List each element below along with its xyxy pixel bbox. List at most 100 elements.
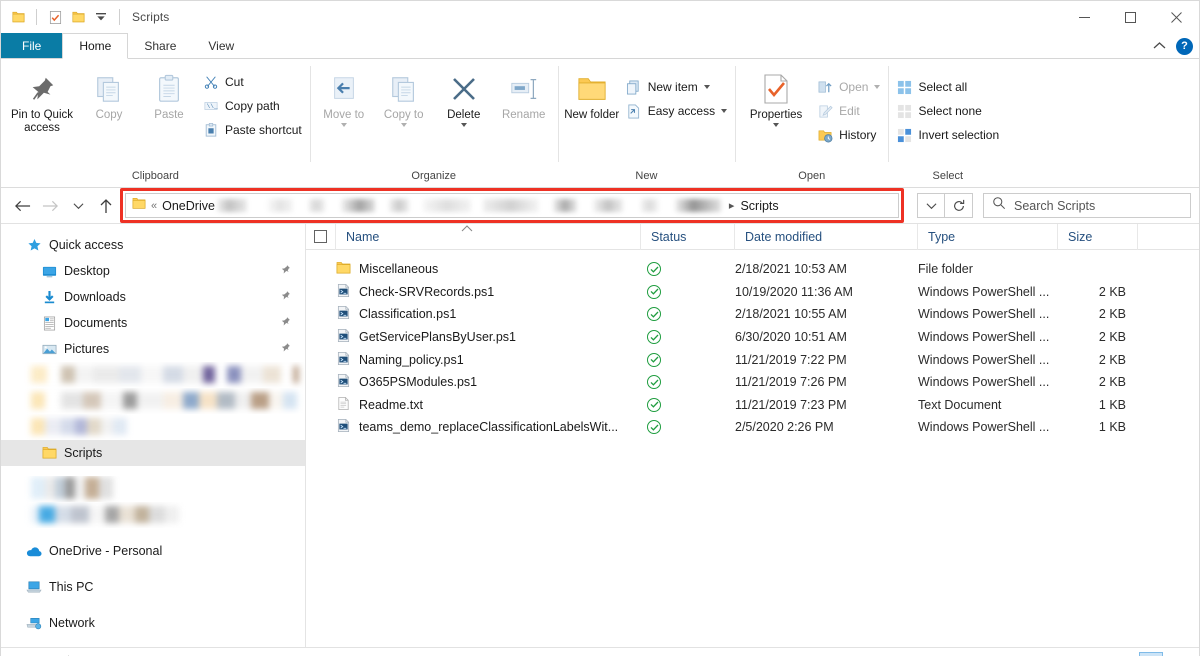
history-button[interactable]: History <box>813 124 884 146</box>
edit-button[interactable]: Edit <box>813 100 884 122</box>
close-button[interactable] <box>1153 1 1199 33</box>
new-folder-icon[interactable] <box>69 8 87 26</box>
cut-button[interactable]: Cut <box>199 71 306 93</box>
column-header-status[interactable]: Status <box>641 223 735 250</box>
sidebar-item-downloads[interactable]: Downloads <box>1 284 305 310</box>
pin-icon[interactable] <box>280 342 291 356</box>
sidebar-item-onedrive-personal[interactable]: OneDrive - Personal <box>1 538 305 564</box>
rename-button[interactable]: Rename <box>494 68 554 122</box>
move-to-button[interactable]: Move to <box>314 68 374 127</box>
sidebar-item-redacted-5[interactable] <box>1 502 305 528</box>
details-view-button[interactable] <box>1139 652 1163 656</box>
sidebar-item-scripts[interactable]: Scripts <box>1 440 305 466</box>
properties-button[interactable]: Properties <box>739 68 813 127</box>
search-input[interactable]: Search Scripts <box>983 193 1191 218</box>
select-all-icon <box>896 79 912 95</box>
sidebar-item-network[interactable]: Network <box>1 610 305 636</box>
table-row[interactable]: Naming_policy.ps1 11/21/2019 7:22 PM Win… <box>306 348 1199 371</box>
help-button[interactable]: ? <box>1176 37 1193 55</box>
breadcrumb-overflow[interactable]: « <box>151 200 157 212</box>
history-icon <box>817 127 833 143</box>
delete-button[interactable]: Delete <box>434 68 494 127</box>
back-button[interactable] <box>9 193 35 219</box>
tab-home[interactable]: Home <box>62 33 129 59</box>
pin-to-quick-access-button[interactable]: Pin to Quick access <box>5 68 79 135</box>
sidebar-item-pictures[interactable]: Pictures <box>1 336 305 362</box>
rename-label: Rename <box>501 109 546 121</box>
powershell-script-icon <box>336 283 351 301</box>
open-small-buttons: Open Edit History <box>813 68 884 146</box>
column-header-date-modified[interactable]: Date modified <box>735 223 918 250</box>
copy-button[interactable]: Copy <box>79 68 139 122</box>
up-button[interactable] <box>93 193 119 219</box>
column-header-name[interactable]: Name <box>336 223 641 250</box>
pin-icon[interactable] <box>280 316 291 330</box>
minimize-button[interactable] <box>1061 1 1107 33</box>
address-bar-wrapper: « OneDrive ▸ Scripts <box>120 188 904 223</box>
properties-icon[interactable] <box>46 8 64 26</box>
chevron-up-icon[interactable] <box>1153 37 1166 55</box>
search-icon <box>992 196 1006 215</box>
open-button[interactable]: Open <box>813 76 884 98</box>
table-row[interactable]: GetServicePlansByUser.ps1 6/30/2020 10:5… <box>306 326 1199 349</box>
column-header-size[interactable]: Size <box>1058 223 1138 250</box>
sidebar-item-desktop[interactable]: Desktop <box>1 258 305 284</box>
paste-button[interactable]: Paste <box>139 68 199 122</box>
tab-file[interactable]: File <box>1 33 63 58</box>
select-none-button[interactable]: Select none <box>892 100 1003 122</box>
large-icons-view-button[interactable] <box>1165 652 1189 656</box>
select-all-label: Select all <box>918 80 968 94</box>
tab-share[interactable]: Share <box>128 33 192 58</box>
file-name: Check-SRVRecords.ps1 <box>359 284 495 299</box>
breadcrumb-scripts[interactable]: Scripts <box>740 199 778 213</box>
table-row[interactable]: Check-SRVRecords.ps1 10/19/2020 11:36 AM… <box>306 281 1199 304</box>
status-cell <box>641 420 735 435</box>
breadcrumb-onedrive[interactable]: OneDrive <box>162 199 215 213</box>
invert-selection-button[interactable]: Invert selection <box>892 124 1003 146</box>
file-name-cell: GetServicePlansByUser.ps1 <box>306 328 641 346</box>
tab-view[interactable]: View <box>192 33 250 58</box>
maximize-button[interactable] <box>1107 1 1153 33</box>
folder-icon <box>9 8 27 26</box>
recent-locations-button[interactable] <box>65 193 91 219</box>
paste-shortcut-label: Paste shortcut <box>225 123 302 137</box>
easy-access-button[interactable]: Easy access <box>622 100 731 122</box>
network-icon <box>26 615 42 631</box>
pin-icon[interactable] <box>280 290 291 304</box>
pin-icon <box>27 72 57 106</box>
copy-path-button[interactable]: \\_ Copy path <box>199 95 306 117</box>
table-row[interactable]: Readme.txt 11/21/2019 7:23 PM Text Docum… <box>306 394 1199 417</box>
sidebar-item-quick-access[interactable]: Quick access <box>1 232 305 258</box>
refresh-button[interactable] <box>945 193 973 218</box>
table-row[interactable]: Miscellaneous 2/18/2021 10:53 AM File fo… <box>306 258 1199 281</box>
pin-icon[interactable] <box>280 264 291 278</box>
address-bar[interactable]: « OneDrive ▸ Scripts <box>125 193 899 218</box>
forward-button[interactable] <box>37 193 63 219</box>
sidebar-item-redacted-4[interactable] <box>1 476 305 502</box>
checkbox[interactable] <box>314 230 327 243</box>
sidebar-item-redacted-2[interactable] <box>1 388 305 414</box>
pictures-icon <box>41 341 57 357</box>
copy-to-button[interactable]: Copy to <box>374 68 434 127</box>
address-dropdown-button[interactable] <box>917 193 945 218</box>
size-cell: 2 KB <box>1098 352 1126 367</box>
select-all-checkbox[interactable] <box>306 223 336 250</box>
sidebar-item-redacted-1[interactable] <box>1 362 305 388</box>
redacted-path-2 <box>266 199 293 212</box>
customize-qat-icon[interactable] <box>92 8 110 26</box>
paste-shortcut-button[interactable]: Paste shortcut <box>199 119 306 141</box>
new-folder-button[interactable]: New folder <box>562 68 622 122</box>
table-row[interactable]: teams_demo_replaceClassificationLabelsWi… <box>306 416 1199 439</box>
new-item-button[interactable]: New item <box>622 76 731 98</box>
edit-label: Edit <box>839 104 860 118</box>
table-row[interactable]: Classification.ps1 2/18/2021 10:55 AM Wi… <box>306 303 1199 326</box>
sidebar-item-redacted-3[interactable] <box>1 414 305 440</box>
synced-icon <box>647 284 661 299</box>
sidebar-item-this-pc[interactable]: This PC <box>1 574 305 600</box>
select-all-button[interactable]: Select all <box>892 76 1003 98</box>
table-row[interactable]: O365PSModules.ps1 11/21/2019 7:26 PM Win… <box>306 371 1199 394</box>
sidebar-item-documents[interactable]: Documents <box>1 310 305 336</box>
synced-icon <box>647 307 661 322</box>
copy-path-label: Copy path <box>225 99 280 113</box>
column-header-type[interactable]: Type <box>918 223 1058 250</box>
